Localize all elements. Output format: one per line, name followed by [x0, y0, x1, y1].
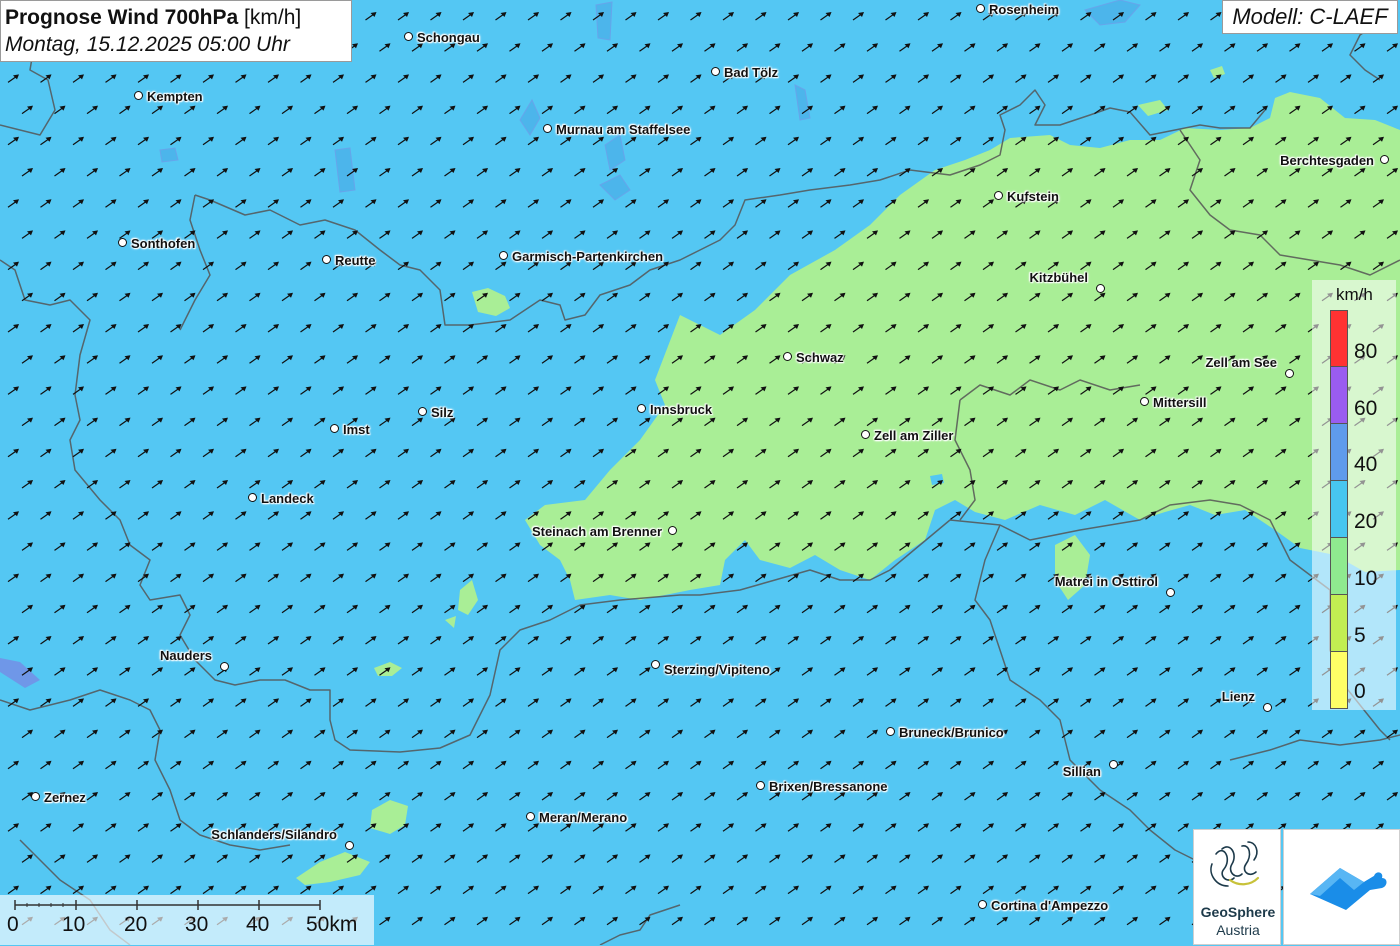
city-dot-icon	[711, 67, 720, 76]
city-dot-icon	[118, 238, 127, 247]
city-label: Mittersill	[1153, 395, 1207, 410]
map-title-box: Prognose Wind 700hPa [km/h] Montag, 15.1…	[0, 0, 352, 62]
city-label: Reutte	[335, 253, 376, 268]
scale-label-50km: 50km	[306, 913, 358, 936]
city-label: Silz	[431, 405, 454, 420]
city-dot-icon	[345, 841, 354, 850]
city-label: Sillian	[1062, 764, 1101, 779]
city-label: Schwaz	[796, 350, 844, 365]
city-label: Schongau	[417, 30, 480, 45]
map-title-unit: [km/h]	[244, 6, 302, 29]
city-dot-icon	[1166, 588, 1175, 597]
city-label: Kempten	[147, 89, 203, 104]
city-label: Matrei in Osttirol	[1054, 574, 1158, 589]
legend-color-segment	[1330, 367, 1348, 424]
city-dot-icon	[978, 900, 987, 909]
legend-tick-label: 5	[1354, 623, 1366, 647]
map-title: Prognose Wind 700hPa [km/h]	[5, 4, 351, 32]
wind-map	[0, 0, 1400, 945]
city-dot-icon	[1096, 284, 1105, 293]
legend-color-segment	[1330, 595, 1348, 652]
legend-tick-label: 60	[1354, 396, 1378, 420]
geosphere-logo-subtext: Austria	[1216, 922, 1260, 938]
city-dot-icon	[861, 430, 870, 439]
legend-tick-label: 10	[1354, 566, 1378, 590]
city-label: Meran/Merano	[539, 810, 628, 825]
city-label: Kufstein	[1007, 189, 1059, 204]
geosphere-austria-logo[interactable]: GeoSphere Austria	[1193, 829, 1281, 945]
scale-label-40: 40	[246, 913, 270, 936]
city-dot-icon	[1263, 703, 1272, 712]
city-dot-icon	[1140, 397, 1149, 406]
city-dot-icon	[134, 91, 143, 100]
city-label: Garmisch-Partenkirchen	[512, 249, 664, 264]
city-dot-icon	[543, 124, 552, 133]
city-dot-icon	[783, 352, 792, 361]
city-label: Bad Tölz	[724, 65, 779, 80]
city-dot-icon	[31, 792, 40, 801]
city-dot-icon	[886, 727, 895, 736]
legend-color-segment	[1330, 310, 1348, 367]
city-label: Sterzing/Vipiteno	[664, 662, 770, 677]
city-label: Steinach am Brenner	[531, 524, 662, 539]
weather-app-logo[interactable]	[1283, 829, 1400, 945]
city-label: Sonthofen	[131, 236, 196, 251]
city-label: Zell am See	[1205, 355, 1277, 370]
city-label: Landeck	[261, 491, 314, 506]
city-dot-icon	[526, 812, 535, 821]
city-dot-icon	[499, 251, 508, 260]
city-dot-icon	[322, 255, 331, 264]
city-label: Schlanders/Silandro	[211, 827, 337, 842]
legend-tick-label: 80	[1354, 340, 1378, 363]
city-dot-icon	[756, 781, 765, 790]
city-dot-icon	[668, 526, 677, 535]
city-dot-icon	[404, 32, 413, 41]
scale-label-10: 10	[62, 913, 86, 936]
geosphere-logo-text: GeoSphere	[1200, 904, 1276, 920]
city-label: Rosenheim	[989, 2, 1060, 17]
city-label: Kitzbühel	[1029, 270, 1089, 285]
city-dot-icon	[976, 4, 985, 13]
city-label: Zernez	[44, 790, 86, 805]
city-dot-icon	[220, 662, 229, 671]
city-label: Murnau am Staffelsee	[556, 122, 691, 137]
city-dot-icon	[994, 191, 1003, 200]
city-dot-icon	[1285, 369, 1294, 378]
map-title-main: Prognose Wind 700hPa	[5, 6, 239, 29]
city-label: Lienz	[1221, 689, 1255, 704]
city-label: Zell am Ziller	[874, 428, 954, 443]
legend-tick-label: 20	[1354, 510, 1378, 534]
model-label: Modell: C-LAEF	[1222, 0, 1398, 34]
city-label: Bruneck/Brunico	[899, 725, 1004, 740]
city-label: Imst	[343, 422, 370, 437]
city-label: Brixen/Bressanone	[769, 779, 888, 794]
scale-label-20: 20	[124, 913, 148, 936]
mountain-cloud-icon	[1310, 868, 1387, 910]
geosphere-swirl-icon	[1210, 841, 1260, 887]
city-dot-icon	[1380, 155, 1389, 164]
scale-label-30: 30	[185, 913, 209, 936]
city-label: Berchtesgaden	[1280, 153, 1374, 168]
forecast-datetime: Montag, 15.12.2025 05:00 Uhr	[5, 33, 290, 56]
city-dot-icon	[637, 404, 646, 413]
legend-unit: km/h	[1336, 285, 1373, 304]
color-legend: km/h 80 60 40 20 10 5 0	[1312, 280, 1396, 710]
legend-tick-label: 40	[1354, 453, 1378, 477]
legend-tick-label: 0	[1354, 680, 1366, 704]
legend-color-segment	[1330, 652, 1348, 709]
city-dot-icon	[1109, 760, 1118, 769]
city-label: Cortina d'Ampezzo	[991, 898, 1109, 913]
legend-color-segment	[1330, 538, 1348, 595]
scale-bar: 0 10 20 30 40 50km	[0, 895, 374, 945]
city-dot-icon	[330, 424, 339, 433]
city-dot-icon	[248, 493, 257, 502]
city-label: Innsbruck	[650, 402, 713, 417]
city-dot-icon	[418, 407, 427, 416]
city-label: Nauders	[159, 648, 212, 663]
legend-color-segment	[1330, 424, 1348, 481]
legend-color-bar	[1330, 310, 1348, 709]
scale-label-0: 0	[7, 913, 19, 936]
legend-color-segment	[1330, 481, 1348, 538]
city-dot-icon	[651, 660, 660, 669]
